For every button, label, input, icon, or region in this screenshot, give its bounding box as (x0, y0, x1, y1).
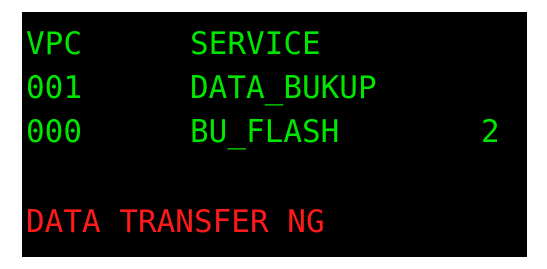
status-message: DATA TRANSFER NG (26, 204, 325, 240)
header-service: SERVICE (190, 26, 321, 62)
terminal-screen: VPC SERVICE 001 DATA_BUKUP 000 BU_FLASH … (22, 12, 527, 257)
row-vpc: 000 (26, 114, 82, 150)
header-vpc: VPC (26, 26, 82, 62)
row-vpc: 001 (26, 70, 82, 106)
row-value: 2 (481, 114, 500, 150)
row-service: BU_FLASH (190, 114, 340, 150)
row-service: DATA_BUKUP (190, 70, 377, 106)
